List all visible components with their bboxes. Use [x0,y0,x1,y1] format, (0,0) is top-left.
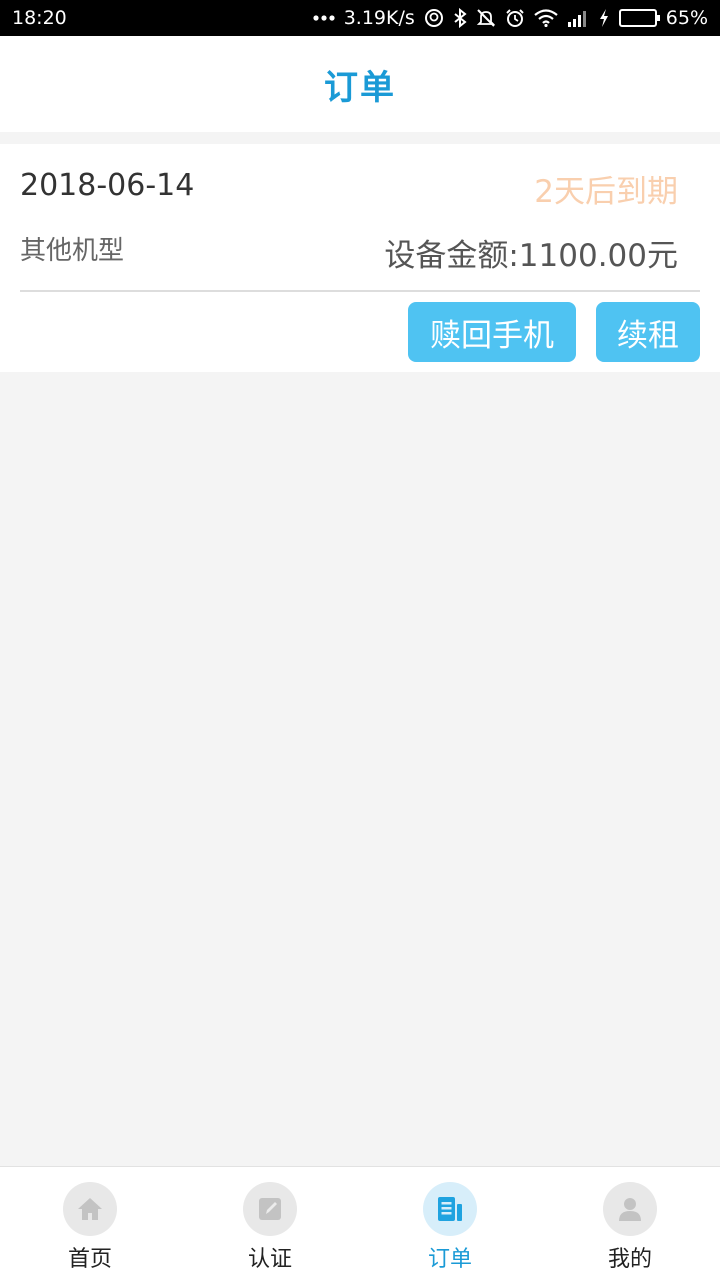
circle-q-icon [424,8,444,28]
order-date: 2018-06-14 [20,168,195,203]
order-divider [20,290,700,292]
status-icons: 3.19K/s 65% [313,7,708,29]
nav-label-verify: 认证 [247,1247,292,1272]
order-icon [423,1182,477,1236]
status-time: 18:20 [12,7,67,29]
edit-icon [243,1182,297,1236]
renew-button[interactable]: 续租 [596,302,700,362]
battery-icon [618,8,660,28]
order-expiry-status: 2天后到期 [534,174,678,210]
nav-item-mine[interactable]: 我的 [540,1167,720,1280]
nav-label-home: 首页 [67,1247,112,1272]
page-title: 订单 [324,67,396,108]
bottom-nav: 首页 认证 订单 我的 [0,1166,720,1280]
nav-label-mine: 我的 [607,1247,652,1272]
order-card[interactable]: 2018-06-14 2天后到期 其他机型 设备金额:1100.00元 赎回手机… [0,144,720,372]
alarm-icon [505,8,525,28]
nav-item-verify[interactable]: 认证 [180,1167,360,1280]
more-dots-icon [313,8,335,28]
nav-item-orders[interactable]: 订单 [360,1167,540,1280]
nav-item-home[interactable]: 首页 [0,1167,180,1280]
order-model: 其他机型 [20,236,125,266]
bluetooth-icon [453,8,467,28]
order-amount: 设备金额:1100.00元 [384,238,678,274]
redeem-phone-button[interactable]: 赎回手机 [408,302,576,362]
net-speed: 3.19K/s [343,7,415,29]
home-icon [63,1182,117,1236]
nav-label-orders: 订单 [427,1247,472,1272]
battery-percent: 65% [665,7,708,29]
user-icon [603,1182,657,1236]
signal-icon [567,8,589,28]
charging-icon [598,8,610,28]
wifi-icon [534,8,558,28]
mute-icon [476,8,496,28]
status-bar: 18:20 3.19K/s 65% [0,0,720,36]
header: 订单 [0,36,720,132]
